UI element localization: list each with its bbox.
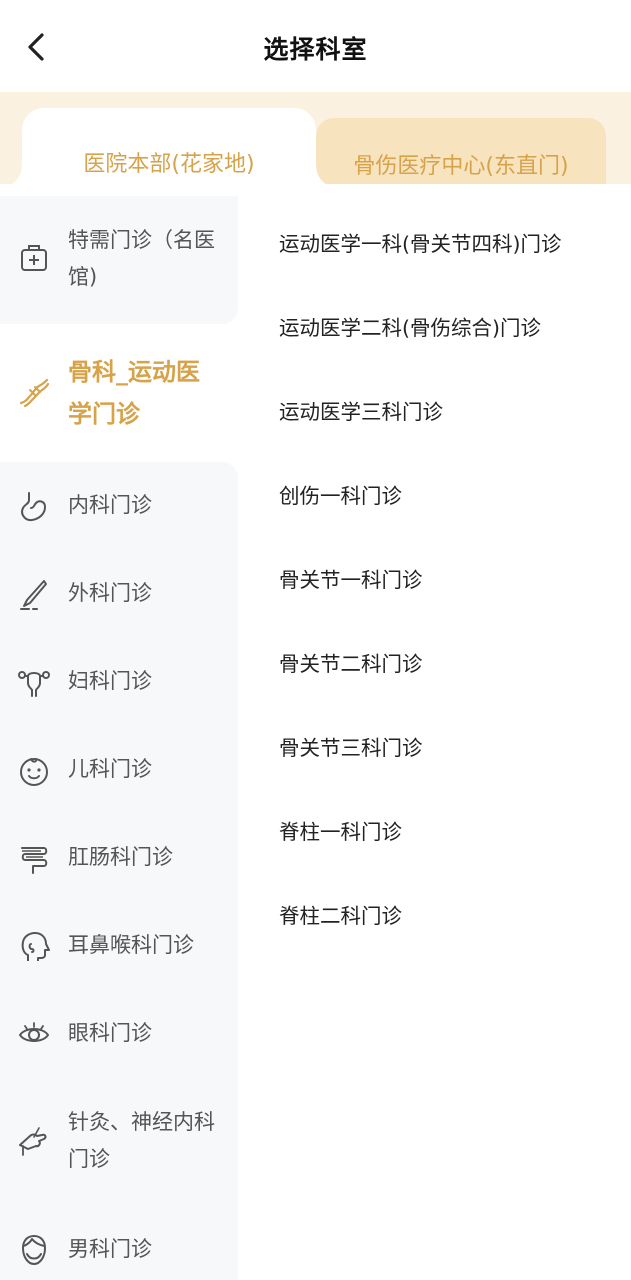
stomach-icon [21,492,47,522]
sidebar-item-label: 针灸、神经内科门诊 [68,1110,215,1171]
sidebar-item-label: 男科门诊 [68,1237,152,1261]
tab-bone-injury-center[interactable]: 骨伤医疗中心(东直门) [316,118,606,184]
sidebar-item-label: 肛肠科门诊 [68,845,173,869]
bone-icon [19,378,50,408]
tab-main-hospital[interactable]: 医院本部(花家地) [0,108,338,184]
sidebar-item-ent[interactable]: 耳鼻喉科门诊 [0,902,238,990]
medical-kit-icon [21,245,47,271]
list-item-department[interactable]: 骨关节一科门诊 [279,563,423,593]
intestine-icon [21,847,48,874]
sidebar-item-pediatrics[interactable]: 儿科门诊 [0,726,238,814]
head-profile-icon [21,932,50,961]
hospital-tabs: 骨伤医疗中心(东直门) 医院本部(花家地) [0,92,631,184]
sidebar-item-internal-medicine[interactable]: 内科门诊 [0,462,238,550]
list-item-department[interactable]: 运动医学一科(骨关节四科)门诊 [279,227,562,257]
list-item-department[interactable]: 脊柱二科门诊 [279,899,402,929]
male-face-icon [21,1234,47,1266]
baby-face-icon [20,758,48,786]
header-bar: 选择科室 [0,0,631,92]
sidebar-item-label: 特需门诊（名医馆) [68,228,215,289]
list-item-department[interactable]: 运动医学三科门诊 [279,395,443,425]
list-item-department[interactable]: 脊柱一科门诊 [279,815,402,845]
acupuncture-hand-icon [19,1127,47,1156]
department-category-sidebar: 特需门诊（名医馆) 骨科_运动医学门诊 内科门诊 外科门诊 妇科门诊 儿科门诊 … [0,184,238,1280]
tab-label: 医院本部(花家地) [83,152,255,177]
list-item-department[interactable]: 骨关节三科门诊 [279,731,423,761]
sidebar-item-vip-clinic[interactable]: 特需门诊（名医馆) [0,196,238,324]
scalpel-icon [20,580,47,610]
sidebar-item-surgery[interactable]: 外科门诊 [0,550,238,638]
sidebar-item-label: 外科门诊 [68,581,152,605]
sidebar-item-ophthalmology[interactable]: 眼科门诊 [0,990,238,1078]
sidebar-item-orthopedics[interactable]: 骨科_运动医学门诊 [0,324,238,462]
list-item-department[interactable]: 运动医学二科(骨伤综合)门诊 [279,311,541,341]
sidebar-item-andrology[interactable]: 男科门诊 [0,1204,238,1280]
sidebar-item-label: 妇科门诊 [68,669,152,693]
tab-label: 骨伤医疗中心(东直门) [353,154,569,179]
sidebar-item-acupuncture-neurology[interactable]: 针灸、神经内科门诊 [0,1078,238,1204]
page-title: 选择科室 [263,35,368,64]
eye-icon [18,1022,50,1042]
department-list: 运动医学一科(骨关节四科)门诊 运动医学二科(骨伤综合)门诊 运动医学三科门诊 … [238,184,631,1280]
sidebar-item-label: 内科门诊 [68,493,152,517]
sidebar-item-gynecology[interactable]: 妇科门诊 [0,638,238,726]
sidebar-item-label: 骨科_运动医学门诊 [68,358,200,428]
sidebar-item-proctology[interactable]: 肛肠科门诊 [0,814,238,902]
sidebar-item-label: 儿科门诊 [68,757,152,781]
list-item-department[interactable]: 创伤一科门诊 [279,479,402,509]
list-item-department[interactable]: 骨关节二科门诊 [279,647,423,677]
uterus-icon [18,671,50,697]
sidebar-item-label: 眼科门诊 [68,1021,152,1045]
department-picker: 特需门诊（名医馆) 骨科_运动医学门诊 内科门诊 外科门诊 妇科门诊 儿科门诊 … [0,184,631,1280]
sidebar-item-label: 耳鼻喉科门诊 [68,933,194,957]
